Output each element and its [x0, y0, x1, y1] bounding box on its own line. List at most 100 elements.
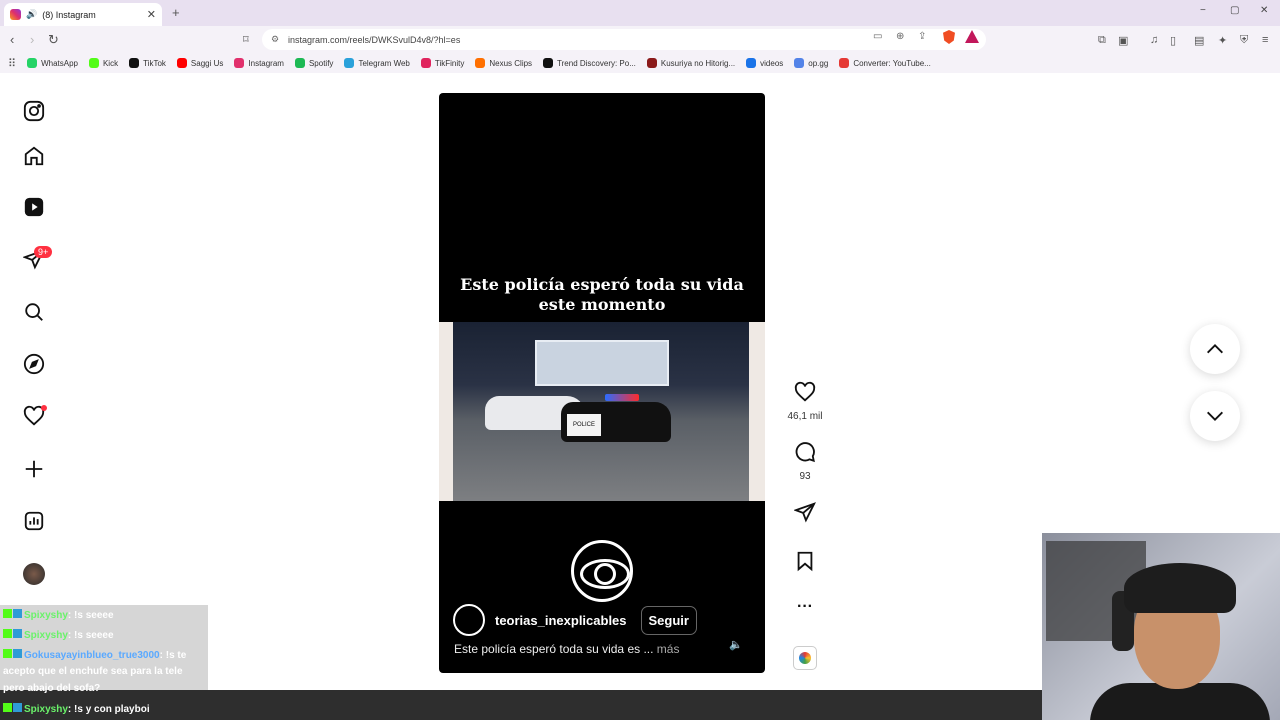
reels-icon[interactable]	[21, 194, 47, 220]
previous-reel-button[interactable]	[1190, 324, 1240, 374]
search-icon[interactable]	[21, 299, 47, 325]
create-icon[interactable]	[21, 456, 47, 482]
sidebar-icon[interactable]: ▯	[1170, 34, 1176, 47]
bookmark-item[interactable]: Instagram	[234, 58, 284, 68]
chevron-up-icon	[1207, 344, 1223, 354]
like-heart-icon[interactable]	[794, 381, 816, 403]
bookmark-label: op.gg	[808, 58, 829, 68]
save-action[interactable]	[786, 550, 824, 577]
share-action[interactable]	[786, 501, 824, 528]
menu-icon[interactable]: ≡	[1262, 34, 1268, 46]
bookmark-item[interactable]: Telegram Web	[344, 58, 410, 68]
share-icon[interactable]: ⇪	[918, 31, 926, 42]
share-icon[interactable]	[793, 501, 816, 523]
instagram-sidebar: 9+	[0, 73, 68, 603]
kick-badge-icon	[3, 703, 12, 712]
police-siren	[605, 394, 639, 401]
chevron-down-icon	[1207, 411, 1223, 421]
chat-text: pero abajo del sofa?	[3, 683, 101, 694]
new-tab-button[interactable]: +	[172, 5, 180, 20]
bookmark-item[interactable]: TikTok	[129, 58, 166, 68]
volume-icon[interactable]: 🔈	[729, 638, 743, 651]
zoom-icon[interactable]: ⊕	[896, 31, 904, 42]
bookmark-item[interactable]: Saggi Us	[176, 58, 223, 68]
streamer-cap	[1124, 563, 1236, 613]
comment-action[interactable]: 93	[786, 441, 824, 482]
chat-message: Spixyshy: !s seeee	[3, 629, 114, 641]
bookmark-item[interactable]: Kick	[88, 58, 119, 68]
bookmark-label: Telegram Web	[358, 58, 410, 68]
subscriber-badge-icon	[13, 703, 22, 712]
home-icon[interactable]	[21, 143, 47, 169]
forward-icon[interactable]: ›	[30, 32, 34, 47]
cast-icon[interactable]: ▭	[873, 31, 882, 42]
bookmark-label: Spotify	[308, 58, 334, 68]
comment-count: 93	[799, 471, 811, 482]
author-avatar[interactable]	[453, 604, 485, 636]
site-settings-icon[interactable]: ⚙	[271, 34, 279, 45]
eye-logo-icon	[571, 540, 633, 602]
stream-chat: Spixyshy: !s seeee Spixyshy: !s seeee Goku…	[0, 605, 208, 715]
kick-badge-icon	[3, 609, 12, 618]
overlay-title-line1: Este policía esperó toda su vida	[460, 275, 744, 294]
notifications-heart-icon[interactable]	[21, 403, 47, 429]
back-icon[interactable]: ‹	[10, 32, 14, 47]
browser-toolbar: ‹ › ↻ ⌑ ⚙ instagram.com/reels/DWKSvulD4v…	[0, 26, 1280, 53]
bookmark-item[interactable]: WhatsApp	[27, 58, 78, 68]
audio-thumbnail[interactable]	[793, 646, 817, 670]
comment-icon[interactable]	[794, 441, 816, 463]
tab-bar: 🔊 (8) Instagram ✕ + − ▢ ✕	[0, 0, 1280, 26]
tab-instagram[interactable]: 🔊 (8) Instagram ✕	[4, 3, 162, 26]
close-tab-icon[interactable]: ✕	[147, 8, 156, 21]
reel-video[interactable]: Este policía esperó toda su vida este mo…	[439, 93, 765, 673]
dashboard-icon[interactable]	[21, 508, 47, 534]
tab-search-icon[interactable]: ▣	[1118, 34, 1128, 47]
bookmark-item[interactable]: Trend Discovery: Po...	[543, 58, 636, 68]
instagram-logo-icon[interactable]	[21, 98, 47, 124]
bookmark-label: Kick	[102, 58, 119, 68]
bookmark-favicon-icon	[294, 58, 305, 68]
bookmark-item[interactable]: videos	[746, 58, 783, 68]
bookmark-item[interactable]: TikFinity	[420, 58, 464, 68]
save-bookmark-icon[interactable]	[794, 550, 816, 572]
bookmark-item[interactable]: Kusuriya no Hitorig...	[646, 58, 736, 68]
brave-rewards-icon[interactable]	[965, 30, 979, 43]
bookmark-item[interactable]: Spotify	[294, 58, 334, 68]
bookmark-item[interactable]: Converter: YouTube...	[839, 58, 931, 68]
police-car: POLICE	[561, 402, 671, 442]
chat-text: acepto que el enchufe sea para la tele	[3, 666, 183, 677]
like-action[interactable]: 46,1 mil	[786, 381, 824, 422]
more-link[interactable]: más	[657, 642, 680, 656]
close-window-button[interactable]: ✕	[1260, 5, 1268, 16]
extensions-icon[interactable]: ⧉	[1098, 34, 1106, 47]
more-options-icon[interactable]: ···	[786, 598, 824, 616]
leo-icon[interactable]: ✦	[1218, 34, 1227, 47]
reload-icon[interactable]: ↻	[48, 32, 59, 48]
author-name[interactable]: teorias_inexplicables	[495, 613, 627, 628]
explore-icon[interactable]	[21, 351, 47, 377]
follow-button[interactable]: Seguir	[640, 605, 697, 635]
bookmark-icon[interactable]: ⌑	[243, 33, 249, 46]
bookmark-label: Kusuriya no Hitorig...	[660, 58, 736, 68]
bookmark-label: Instagram	[248, 58, 284, 68]
media-icon[interactable]: ♫	[1150, 34, 1158, 46]
overlay-title-line2: este momento	[538, 295, 666, 314]
chat-username: Gokusayayinblueo_true3000	[24, 650, 160, 661]
profile-avatar[interactable]	[21, 561, 47, 587]
vpn-icon[interactable]: ⛨	[1240, 34, 1248, 47]
bookmark-item[interactable]: op.gg	[794, 58, 828, 68]
maximize-button[interactable]: ▢	[1230, 5, 1239, 16]
police-door-label: POLICE	[567, 414, 601, 436]
reel-author: teorias_inexplicables Seguir	[453, 604, 697, 636]
next-reel-button[interactable]	[1190, 391, 1240, 441]
wallet-icon[interactable]: ▤	[1194, 34, 1204, 47]
bookmark-item[interactable]: Nexus Clips	[475, 58, 532, 68]
bookmark-favicon-icon	[794, 58, 805, 68]
speaker-icon[interactable]: 🔊	[26, 9, 37, 20]
apps-icon[interactable]: ⠿	[8, 57, 16, 70]
minimize-button[interactable]: −	[1200, 5, 1206, 16]
bookmark-label: WhatsApp	[41, 58, 78, 68]
police-scene-image: POLICE	[453, 322, 749, 501]
billboard	[535, 340, 669, 386]
bookmark-favicon-icon	[176, 58, 187, 68]
